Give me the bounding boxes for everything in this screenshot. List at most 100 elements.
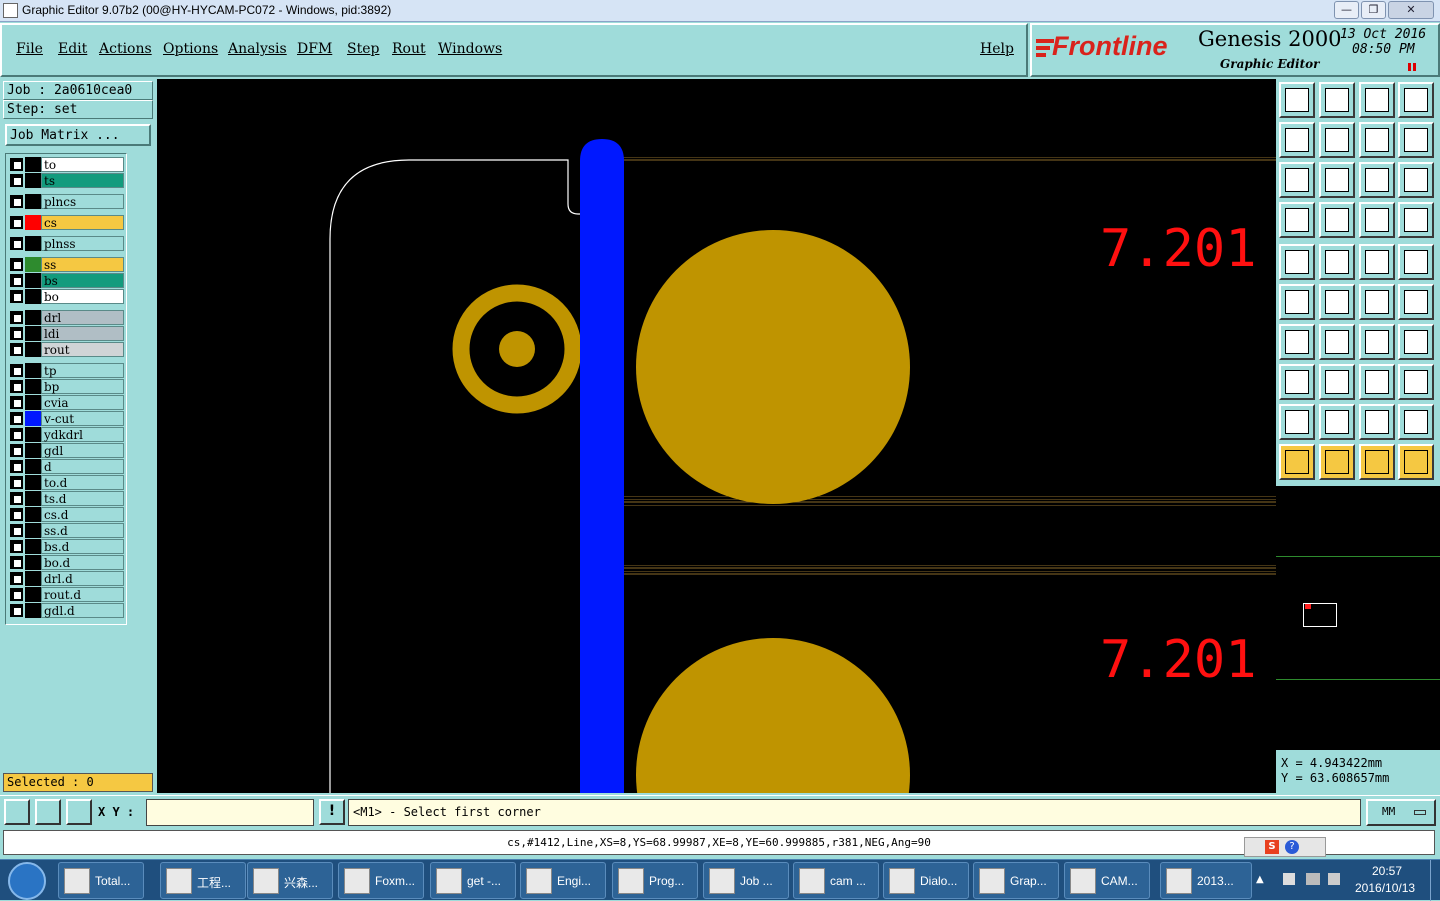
layer-row-bp[interactable]: bp xyxy=(8,379,124,394)
layer-name[interactable]: ss xyxy=(41,257,124,272)
pad-display-icon[interactable] xyxy=(1279,244,1315,280)
layer-name[interactable]: to xyxy=(41,157,124,172)
show-desktop-button[interactable] xyxy=(1430,860,1440,901)
layer-name[interactable]: to.d xyxy=(41,475,124,490)
layer-row-cvia[interactable]: cvia xyxy=(8,395,124,410)
layer-name[interactable]: gdl xyxy=(41,443,124,458)
draw-line2-icon[interactable] xyxy=(1319,324,1355,360)
measure-icon[interactable] xyxy=(35,799,61,825)
layer-name[interactable]: bo.d xyxy=(41,555,124,570)
layer-up-icon[interactable] xyxy=(1279,82,1315,118)
layer-checkbox[interactable] xyxy=(10,158,23,171)
layer-name[interactable]: cs.d xyxy=(41,507,124,522)
layer-color-swatch[interactable] xyxy=(25,427,41,442)
menu-options[interactable]: Options xyxy=(163,41,218,57)
layer-down-icon[interactable] xyxy=(1319,82,1355,118)
minimize-button[interactable]: — xyxy=(1334,1,1359,19)
taskbar-item[interactable]: 2013... xyxy=(1160,862,1252,899)
layer-color-swatch[interactable] xyxy=(25,539,41,554)
properties-icon[interactable] xyxy=(1279,202,1315,238)
menu-file[interactable]: File xyxy=(16,41,43,57)
group-icon[interactable] xyxy=(1398,364,1434,400)
menu-rout[interactable]: Rout xyxy=(392,41,426,57)
zoom-1-2-icon[interactable] xyxy=(1359,162,1395,198)
layer-color-swatch[interactable] xyxy=(25,411,41,426)
layer-checkbox[interactable] xyxy=(10,174,23,187)
zoom-back-icon[interactable] xyxy=(1359,122,1395,158)
job-matrix-button[interactable]: Job Matrix ... xyxy=(5,124,151,146)
layer-row-ts[interactable]: ts xyxy=(8,173,124,188)
taskbar-item[interactable]: CAM... xyxy=(1064,862,1150,899)
snap-icon[interactable] xyxy=(4,799,30,825)
layer-color-swatch[interactable] xyxy=(25,173,41,188)
layer-checkbox[interactable] xyxy=(10,396,23,409)
ruler-icon[interactable] xyxy=(1359,244,1395,280)
menu-edit[interactable]: Edit xyxy=(58,41,87,57)
tray-arrow-icon[interactable]: ▲ xyxy=(1256,874,1264,885)
layer-name[interactable]: ydkdrl xyxy=(41,427,124,442)
layer-checkbox[interactable] xyxy=(10,460,23,473)
layer-name[interactable]: drl.d xyxy=(41,571,124,586)
layer-row-cs.d[interactable]: cs.d xyxy=(8,507,124,522)
clock-date-tray[interactable]: 2016/10/13 xyxy=(1355,881,1415,895)
layer-checkbox[interactable] xyxy=(10,380,23,393)
triangle4-icon[interactable] xyxy=(1398,404,1434,440)
layer-color-swatch[interactable] xyxy=(25,342,41,357)
layer-name[interactable]: cvia xyxy=(41,395,124,410)
layer-color-swatch[interactable] xyxy=(25,491,41,506)
menu-help[interactable]: Help xyxy=(980,41,1014,57)
layer-name[interactable]: plnss xyxy=(41,236,124,251)
fit-profile-icon[interactable] xyxy=(1319,162,1355,198)
select-path-icon[interactable] xyxy=(1398,444,1434,480)
layer-name[interactable]: ldi xyxy=(41,326,124,341)
layer-color-swatch[interactable] xyxy=(25,395,41,410)
fit-screen-icon[interactable] xyxy=(1279,162,1315,198)
layer-name[interactable]: ts xyxy=(41,173,124,188)
layer-color-swatch[interactable] xyxy=(25,555,41,570)
network-icon[interactable] xyxy=(1306,873,1320,885)
layer-color-swatch[interactable] xyxy=(25,236,41,251)
taskbar-item[interactable]: 兴森... xyxy=(247,862,333,899)
fill-display-icon[interactable] xyxy=(1319,244,1355,280)
layer-checkbox[interactable] xyxy=(10,343,23,356)
layer-checkbox[interactable] xyxy=(10,428,23,441)
query-icon[interactable] xyxy=(1398,162,1434,198)
layer-color-swatch[interactable] xyxy=(25,273,41,288)
layer-checkbox[interactable] xyxy=(10,195,23,208)
layer-checkbox[interactable] xyxy=(10,216,23,229)
sogou-icon[interactable]: S xyxy=(1265,840,1279,854)
layer-color-swatch[interactable] xyxy=(25,443,41,458)
split-view-icon[interactable] xyxy=(1398,82,1434,118)
layer-row-rout[interactable]: rout xyxy=(8,342,124,357)
layer-name[interactable]: bs xyxy=(41,273,124,288)
layers-color2-icon[interactable] xyxy=(1398,202,1434,238)
layer-color-swatch[interactable] xyxy=(25,215,41,230)
add-arc-icon[interactable] xyxy=(1398,284,1434,320)
layer-color-swatch[interactable] xyxy=(25,194,41,209)
layer-checkbox[interactable] xyxy=(10,327,23,340)
layer-checkbox[interactable] xyxy=(10,492,23,505)
taskbar-item[interactable]: Foxm... xyxy=(338,862,424,899)
close-button[interactable]: ✕ xyxy=(1388,1,1434,19)
layer-row-bo[interactable]: bo xyxy=(8,289,124,304)
layer-checkbox[interactable] xyxy=(10,588,23,601)
select-pointer-icon[interactable] xyxy=(1279,444,1315,480)
layer-color-swatch[interactable] xyxy=(25,157,41,172)
layer-name[interactable]: ss.d xyxy=(41,523,124,538)
board-drawing[interactable]: 7.201 7.201 xyxy=(157,79,1276,793)
layer-name[interactable]: bs.d xyxy=(41,539,124,554)
layer-row-bs[interactable]: bs xyxy=(8,273,124,288)
layer-name[interactable]: gdl.d xyxy=(41,603,124,618)
alert-icon[interactable]: ! xyxy=(319,799,345,825)
menu-dfm[interactable]: DFM xyxy=(297,41,332,57)
move-point-icon[interactable] xyxy=(1279,364,1315,400)
flag-icon[interactable] xyxy=(1283,873,1295,885)
grid-icon[interactable] xyxy=(66,799,92,825)
layer-row-rout.d[interactable]: rout.d xyxy=(8,587,124,602)
layer-name[interactable]: rout xyxy=(41,342,124,357)
layer-color-swatch[interactable] xyxy=(25,459,41,474)
layer-color-swatch[interactable] xyxy=(25,475,41,490)
layer-color-swatch[interactable] xyxy=(25,587,41,602)
layer-name[interactable]: cs xyxy=(41,215,124,230)
layer-checkbox[interactable] xyxy=(10,508,23,521)
